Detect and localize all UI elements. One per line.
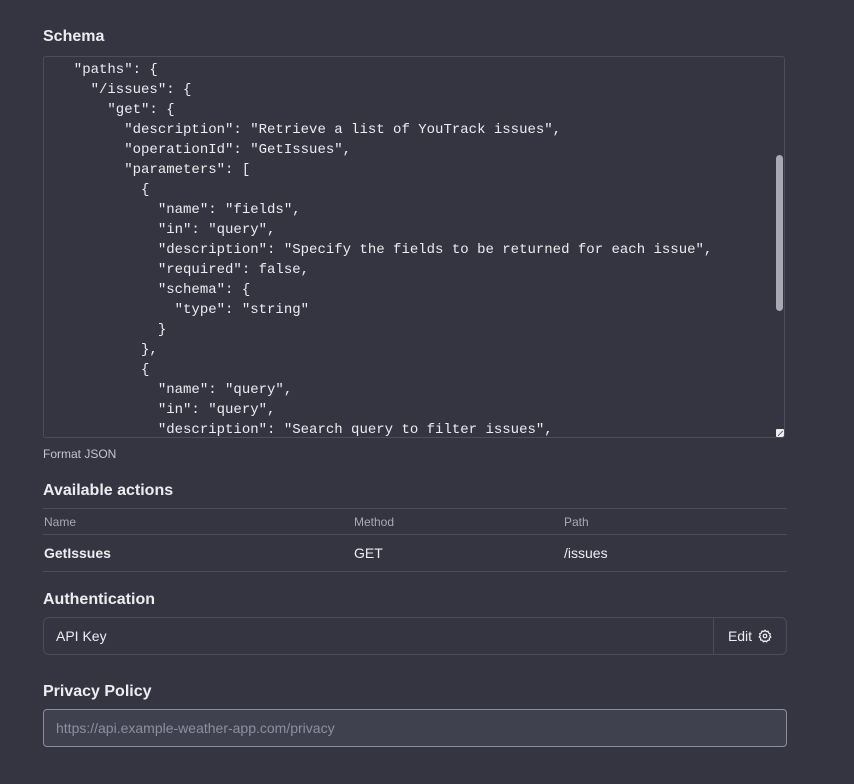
- action-method: GET: [353, 534, 563, 572]
- action-path: /issues: [563, 534, 787, 572]
- actions-table: Name Method Path GetIssues GET /issues: [43, 508, 787, 572]
- edit-label: Edit: [727, 628, 753, 644]
- action-name: GetIssues: [43, 534, 353, 572]
- privacy-policy-input[interactable]: [43, 709, 787, 747]
- column-header-path: Path: [563, 508, 787, 535]
- schema-scrollbar-thumb[interactable]: [776, 155, 783, 311]
- gear-icon: [758, 629, 772, 643]
- schema-editor[interactable]: ], "paths": { "/issues": { "get": { "des…: [43, 56, 785, 438]
- gpt-action-config-page: Schema ], "paths": { "/issues": { "get":…: [0, 0, 854, 784]
- authentication-label: Authentication: [43, 591, 155, 608]
- authentication-value: API Key: [56, 628, 107, 644]
- privacy-policy-label: Privacy Policy: [43, 683, 152, 700]
- table-header-row: Name Method Path: [43, 508, 787, 535]
- edit-authentication-button[interactable]: Edit: [713, 618, 786, 654]
- format-json-button[interactable]: Format JSON: [43, 447, 116, 461]
- table-row: GetIssues GET /issues: [43, 534, 787, 572]
- column-header-method: Method: [353, 508, 563, 535]
- available-actions-label: Available actions: [43, 482, 174, 499]
- column-header-name: Name: [43, 508, 353, 535]
- schema-code[interactable]: ], "paths": { "/issues": { "get": { "des…: [57, 57, 713, 437]
- schema-label: Schema: [43, 28, 105, 45]
- schema-scrollbar[interactable]: [774, 57, 784, 437]
- authentication-box: API Key Edit: [43, 617, 787, 655]
- resize-handle-icon[interactable]: [776, 429, 784, 437]
